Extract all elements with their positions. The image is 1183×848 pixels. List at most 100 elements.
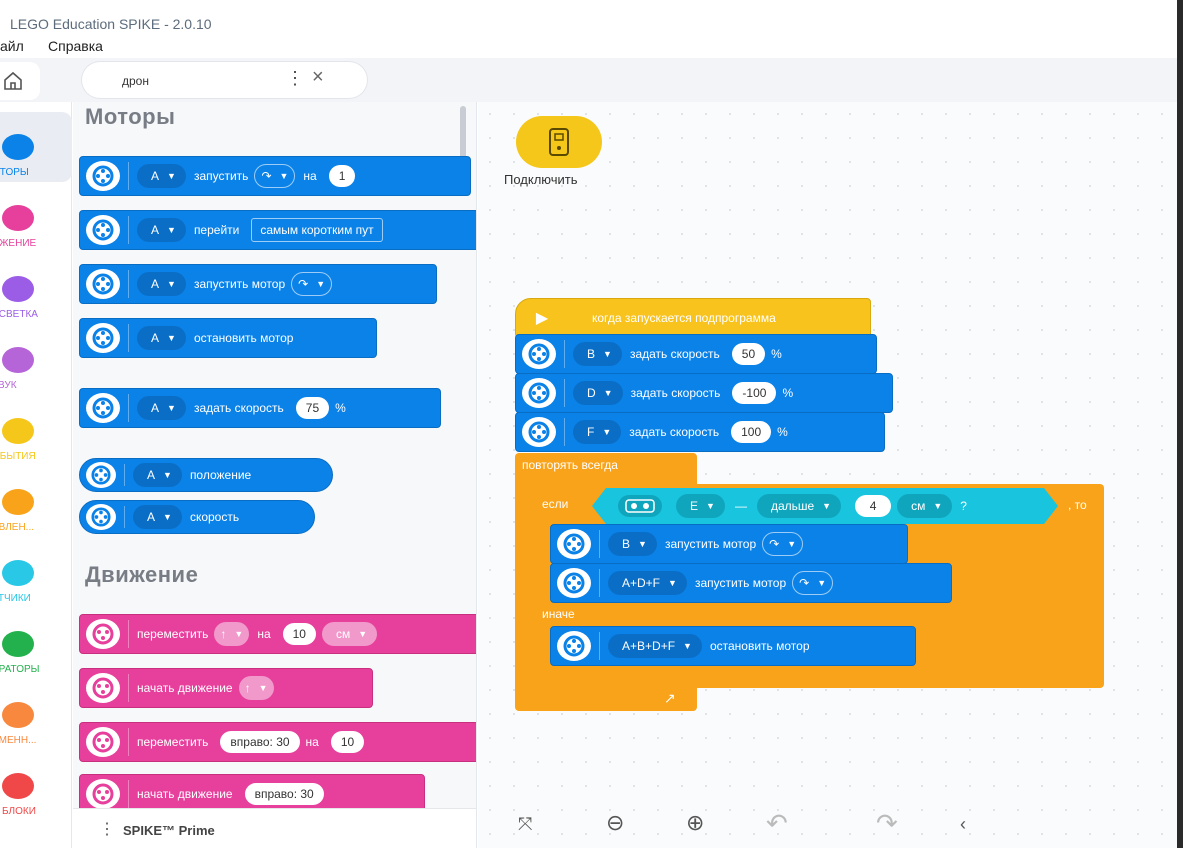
zoom-in-icon[interactable]: ⊕ <box>686 810 704 836</box>
movement-icon <box>86 619 120 649</box>
value-input[interactable]: 10 <box>330 731 365 753</box>
block-start-motor-b[interactable]: B ▼ запустить мотор ↷ ▼ <box>550 524 908 564</box>
port-dropdown[interactable]: A ▼ <box>137 272 186 296</box>
connect-button[interactable] <box>516 116 602 168</box>
close-icon[interactable]: × <box>312 66 324 89</box>
port-dropdown[interactable]: A+B+D+F ▼ <box>608 634 702 658</box>
port-dropdown[interactable]: A+D+F ▼ <box>608 571 687 595</box>
unit-dropdown[interactable]: см ▼ <box>897 494 952 518</box>
category-item[interactable]: ЗВУК <box>0 325 72 395</box>
separator <box>564 340 565 368</box>
steer-input[interactable]: вправо: 30 <box>244 783 324 805</box>
port-dropdown[interactable]: D ▼ <box>573 381 623 405</box>
zoom-out-icon[interactable]: ⊖ <box>606 810 624 836</box>
direction-dropdown[interactable]: ↷ ▼ <box>254 164 296 188</box>
port-dropdown[interactable]: B ▼ <box>608 532 657 556</box>
hub-type-label: SPIKE™ Prime <box>123 823 215 838</box>
block-set-speed-b[interactable]: B ▼ задать скорость 50 % <box>515 334 877 374</box>
separator <box>599 632 600 660</box>
port-dropdown[interactable]: A ▼ <box>137 396 186 420</box>
direction-dropdown[interactable]: ↑ ▼ <box>238 676 274 700</box>
motor-icon <box>557 568 591 598</box>
category-item[interactable]: ЕРАТОРЫ <box>0 609 72 679</box>
block-set-speed-f[interactable]: F ▼ задать скорость 100 % <box>515 412 885 452</box>
forever-label: повторять всегда <box>522 458 618 472</box>
block-text: на <box>305 735 319 749</box>
separator <box>128 216 129 244</box>
hat-when-program-starts[interactable]: ▶ когда запускается подпрограмма <box>515 298 871 338</box>
value-input[interactable]: -100 <box>732 382 777 404</box>
compare-dropdown[interactable]: дальше ▼ <box>757 494 841 518</box>
undo-icon[interactable]: ↶ <box>766 808 788 839</box>
movement-icon <box>86 727 120 757</box>
block-text: на <box>257 627 271 641</box>
block-set-speed-d[interactable]: D ▼ задать скорость -100 % <box>515 373 893 413</box>
reporter-position[interactable]: A ▼ положение <box>79 458 333 492</box>
tab-bar: дрон ⋮ × <box>0 58 1177 102</box>
more-options-icon[interactable]: ⋮ <box>99 819 115 839</box>
block-palette: Моторы A ▼ запустить ↷ ▼ на 1 A ▼ перейти с… <box>73 102 477 848</box>
port-dropdown[interactable]: A ▼ <box>133 463 182 487</box>
port-dropdown[interactable]: A ▼ <box>133 505 182 529</box>
block-start-motor-adf[interactable]: A+D+F ▼ запустить мотор ↷ ▼ <box>550 563 952 603</box>
port-dropdown[interactable]: A ▼ <box>137 218 186 242</box>
direction-dropdown[interactable]: ↑ ▼ <box>214 622 250 646</box>
path-dropdown[interactable]: самым коротким пут <box>251 218 383 242</box>
home-button[interactable] <box>0 62 40 100</box>
value-input[interactable]: 100 <box>731 421 772 443</box>
block-start-moving[interactable]: начать движение ↑ ▼ <box>79 668 373 708</box>
motor-icon <box>522 339 556 369</box>
motor-icon <box>522 417 556 447</box>
category-item[interactable]: ДСВЕТКА <box>0 254 72 324</box>
more-options-icon[interactable]: ⋮ <box>286 68 304 89</box>
distance-value-input[interactable]: 4 <box>855 495 891 517</box>
distance-condition[interactable]: E ▼ — дальше ▼ 4 см ▼ ? <box>592 488 1058 524</box>
port-dropdown[interactable]: A ▼ <box>137 164 186 188</box>
category-item[interactable]: И БЛОКИ <box>0 751 72 821</box>
category-item[interactable]: ИЖЕНИЕ <box>0 183 72 253</box>
value-input[interactable]: 1 <box>328 165 356 187</box>
project-tab[interactable]: дрон ⋮ × <box>82 62 367 98</box>
reporter-speed[interactable]: A ▼ скорость <box>79 500 315 534</box>
port-dropdown[interactable]: A ▼ <box>137 326 186 350</box>
category-item[interactable]: ОБЫТИЯ <box>0 396 72 466</box>
block-move[interactable]: переместить ↑ ▼ на 10 см ▼ <box>79 614 476 654</box>
else-label: иначе <box>542 607 575 621</box>
category-item[interactable]: ЕМЕНН... <box>0 680 72 750</box>
block-run-for[interactable]: A ▼ запустить ↷ ▼ на 1 <box>79 156 471 196</box>
category-item[interactable]: АТЧИКИ <box>0 538 72 608</box>
block-set-speed[interactable]: A ▼ задать скорость 75 % <box>79 388 441 428</box>
port-dropdown[interactable]: B ▼ <box>573 342 622 366</box>
steer-input[interactable]: вправо: 30 <box>220 731 300 753</box>
direction-dropdown[interactable]: ↷ ▼ <box>792 571 834 595</box>
connect-label: Подключить <box>504 172 578 187</box>
menu-help[interactable]: Справка <box>48 38 103 54</box>
category-item[interactable]: ОТОРЫ <box>0 112 72 182</box>
category-label: ОТОРЫ <box>0 167 29 178</box>
block-move-steer[interactable]: переместить вправо: 30 на 10 <box>79 722 476 762</box>
unit-label: % <box>777 425 788 439</box>
block-stop-motor[interactable]: A ▼ остановить мотор <box>79 318 377 358</box>
block-stop-motor-abdf[interactable]: A+B+D+F ▼ остановить мотор <box>550 626 916 666</box>
block-go-to-position[interactable]: A ▼ перейти самым коротким пут <box>79 210 476 250</box>
recenter-icon[interactable]: ⤧ <box>518 814 532 835</box>
motor-icon <box>557 631 591 661</box>
redo-icon[interactable]: ↷ <box>876 808 898 839</box>
category-item[interactable]: АВЛЕН... <box>0 467 72 537</box>
block-start-motor[interactable]: A ▼ запустить мотор ↷ ▼ <box>79 264 437 304</box>
menu-file[interactable]: айл <box>0 38 24 54</box>
chevron-left-icon[interactable]: ‹ <box>960 814 966 835</box>
category-label: ДСВЕТКА <box>0 309 38 320</box>
category-label: АТЧИКИ <box>0 593 31 604</box>
value-input[interactable]: 10 <box>282 623 316 645</box>
block-text: переместить <box>137 735 209 749</box>
category-color-dot <box>2 276 34 302</box>
port-dropdown[interactable]: F ▼ <box>573 420 622 444</box>
value-input[interactable]: 50 <box>731 343 766 365</box>
separator <box>599 569 600 597</box>
unit-dropdown[interactable]: см ▼ <box>321 622 378 646</box>
direction-dropdown[interactable]: ↷ ▼ <box>762 532 804 556</box>
sensor-port-dropdown[interactable]: E ▼ <box>676 494 725 518</box>
value-input[interactable]: 75 <box>295 397 330 419</box>
direction-dropdown[interactable]: ↷ ▼ <box>291 272 333 296</box>
